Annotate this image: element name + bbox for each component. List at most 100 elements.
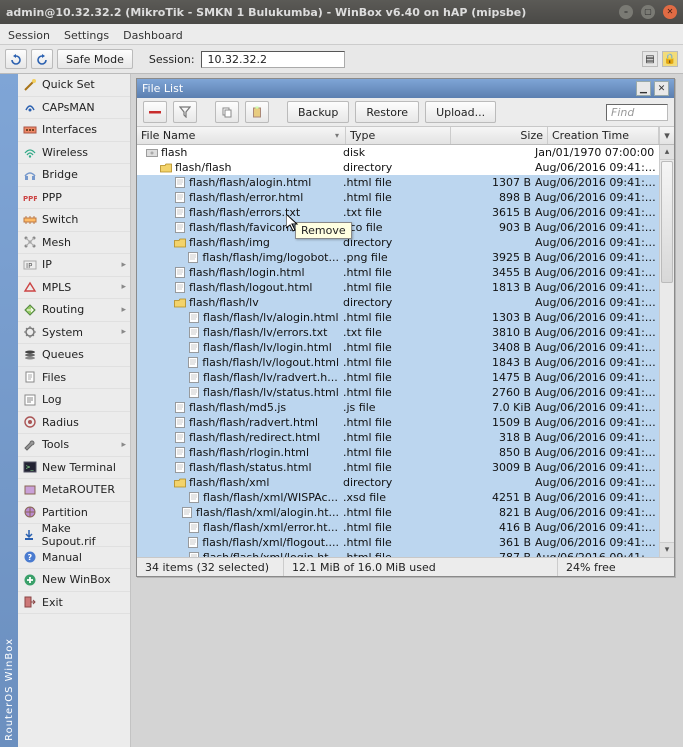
file-row[interactable]: flash/flash/error.html .html file 898 B … [137, 190, 659, 205]
sidebar-item-queues[interactable]: Queues [18, 344, 130, 367]
file-row[interactable]: flash/flash/lv/status.html .html file 27… [137, 385, 659, 400]
file-row[interactable]: flash/flash/logout.html .html file 1813 … [137, 280, 659, 295]
sidebar-item-radius[interactable]: Radius [18, 412, 130, 435]
remove-button[interactable] [143, 101, 167, 123]
file-row[interactable]: flash/flash/lv/errors.txt .txt file 3810… [137, 325, 659, 340]
filter-button[interactable] [173, 101, 197, 123]
file-row[interactable]: flash/flash/lv/radvert.h... .html file 1… [137, 370, 659, 385]
col-menu-button[interactable]: ▾ [659, 127, 674, 144]
term-icon: >_ [22, 460, 37, 475]
file-name: flash/flash/login.html [189, 266, 305, 279]
find-input[interactable]: Find [606, 104, 668, 121]
file-list-header[interactable]: File Name Type Size Creation Time ▾ [137, 127, 674, 145]
file-row[interactable]: flash/flash directory Aug/06/2016 09:41:… [137, 160, 659, 175]
file-time: Aug/06/2016 09:41:46 [533, 311, 659, 324]
sidebar-item-switch[interactable]: Switch [18, 209, 130, 232]
sidebar-item-exit[interactable]: Exit [18, 592, 130, 615]
redo-button[interactable] [31, 49, 53, 69]
scrollbar[interactable]: ▴ ▾ [659, 145, 674, 557]
sidebar-item-interfaces[interactable]: Interfaces [18, 119, 130, 142]
file-row[interactable]: flash/flash/lv directory Aug/06/2016 09:… [137, 295, 659, 310]
file-row[interactable]: flash/flash/redirect.html .html file 318… [137, 430, 659, 445]
file-row[interactable]: flash disk Jan/01/1970 07:00:00 [137, 145, 659, 160]
sidebar-item-routing[interactable]: Routing [18, 299, 130, 322]
sidebar-item-new-terminal[interactable]: >_New Terminal [18, 457, 130, 480]
file-row[interactable]: flash/flash/alogin.html .html file 1307 … [137, 175, 659, 190]
file-row[interactable]: flash/flash/lv/alogin.html .html file 13… [137, 310, 659, 325]
sidebar-item-manual[interactable]: ?Manual [18, 547, 130, 570]
file-row[interactable]: flash/flash/xml/WISPAc... .xsd file 4251… [137, 490, 659, 505]
file-time: Aug/06/2016 09:41:46 [533, 536, 659, 549]
file-row[interactable]: flash/flash/xml/flogout.... .html file 3… [137, 535, 659, 550]
file-list-grid[interactable]: flash disk Jan/01/1970 07:00:00 flash/fl… [137, 145, 674, 557]
file-row[interactable]: flash/flash/img/logobot... .png file 392… [137, 250, 659, 265]
file-row[interactable]: flash/flash/favicon.ico .ico file 903 B … [137, 220, 659, 235]
file-row[interactable]: flash/flash/errors.txt .txt file 3615 B … [137, 205, 659, 220]
col-time[interactable]: Creation Time [548, 127, 659, 144]
sidebar-item-metarouter[interactable]: MetaROUTER [18, 479, 130, 502]
scroll-up-button[interactable]: ▴ [660, 145, 674, 160]
file-row[interactable]: flash/flash/xml/alogin.ht... .html file … [137, 505, 659, 520]
sidebar-item-ppp[interactable]: PPPPPP [18, 187, 130, 210]
col-name[interactable]: File Name [137, 127, 346, 144]
close-button[interactable]: ✕ [663, 5, 677, 19]
file-type: .html file [341, 431, 441, 444]
file-row[interactable]: flash/flash/login.html .html file 3455 B… [137, 265, 659, 280]
col-size[interactable]: Size [451, 127, 548, 144]
status-free: 24% free [558, 558, 674, 576]
upload-button[interactable]: Upload... [425, 101, 496, 123]
sidebar-item-make-supout-rif[interactable]: Make Supout.rif [18, 524, 130, 547]
file-row[interactable]: flash/flash/xml directory Aug/06/2016 09… [137, 475, 659, 490]
file-list-titlebar[interactable]: File List ▁ ✕ [137, 79, 674, 98]
file-type: .html file [341, 176, 441, 189]
file-row[interactable]: flash/flash/img directory Aug/06/2016 09… [137, 235, 659, 250]
safe-mode-button[interactable]: Safe Mode [57, 49, 133, 69]
file-list-minimize-button[interactable]: ▁ [636, 81, 651, 96]
file-row[interactable]: flash/flash/md5.js .js file 7.0 KiB Aug/… [137, 400, 659, 415]
file-row[interactable]: flash/flash/rlogin.html .html file 850 B… [137, 445, 659, 460]
paste-button[interactable] [245, 101, 269, 123]
sidebar-item-new-winbox[interactable]: New WinBox [18, 569, 130, 592]
file-time: Aug/06/2016 09:41:45 [533, 206, 659, 219]
restore-button[interactable]: Restore [355, 101, 419, 123]
backup-button[interactable]: Backup [287, 101, 349, 123]
menu-settings[interactable]: Settings [64, 29, 109, 42]
sidebar-item-capsman[interactable]: CAPsMAN [18, 97, 130, 120]
file-time: Aug/06/2016 09:41:45 [533, 221, 659, 234]
minimize-button[interactable]: – [619, 5, 633, 19]
sidebar-item-quick-set[interactable]: Quick Set [18, 74, 130, 97]
file-row[interactable]: flash/flash/status.html .html file 3009 … [137, 460, 659, 475]
scroll-thumb[interactable] [661, 161, 673, 283]
copy-button[interactable] [215, 101, 239, 123]
file-time: Aug/06/2016 09:41:46 [533, 491, 659, 504]
sidebar-item-tools[interactable]: Tools [18, 434, 130, 457]
file-row[interactable]: flash/flash/radvert.html .html file 1509… [137, 415, 659, 430]
maximize-button[interactable]: ▢ [641, 5, 655, 19]
file-row[interactable]: flash/flash/lv/login.html .html file 340… [137, 340, 659, 355]
menu-session[interactable]: Session [8, 29, 50, 42]
file-size: 3408 B [441, 341, 533, 354]
file-list-window[interactable]: File List ▁ ✕ [136, 78, 675, 577]
file-list-close-button[interactable]: ✕ [654, 81, 669, 96]
menu-dashboard[interactable]: Dashboard [123, 29, 183, 42]
sidebar-item-files[interactable]: Files [18, 367, 130, 390]
sidebar-item-partition[interactable]: Partition [18, 502, 130, 525]
col-type[interactable]: Type [346, 127, 451, 144]
lock-icon[interactable]: 🔒 [662, 51, 678, 67]
file-row[interactable]: flash/flash/xml/login.ht... .html file 7… [137, 550, 659, 557]
file-row[interactable]: flash/flash/xml/error.ht... .html file 4… [137, 520, 659, 535]
sidebar-item-mpls[interactable]: MPLS [18, 277, 130, 300]
file-row[interactable]: flash/flash/lv/logout.html .html file 18… [137, 355, 659, 370]
sidebar-item-mesh[interactable]: Mesh [18, 232, 130, 255]
sidebar-item-system[interactable]: System [18, 322, 130, 345]
scroll-down-button[interactable]: ▾ [660, 542, 674, 557]
sidebar-item-ip[interactable]: IPIP [18, 254, 130, 277]
sidebar-item-bridge[interactable]: Bridge [18, 164, 130, 187]
file-name: flash/flash/xml/WISPAc... [203, 491, 338, 504]
system-icon [22, 325, 37, 340]
sidebar-item-log[interactable]: Log [18, 389, 130, 412]
sidebar-item-wireless[interactable]: Wireless [18, 142, 130, 165]
hide-passwords-icon[interactable]: ▤ [642, 51, 658, 67]
titlebar[interactable]: admin@10.32.32.2 (MikroTik - SMKN 1 Bulu… [0, 0, 683, 24]
undo-button[interactable] [5, 49, 27, 69]
